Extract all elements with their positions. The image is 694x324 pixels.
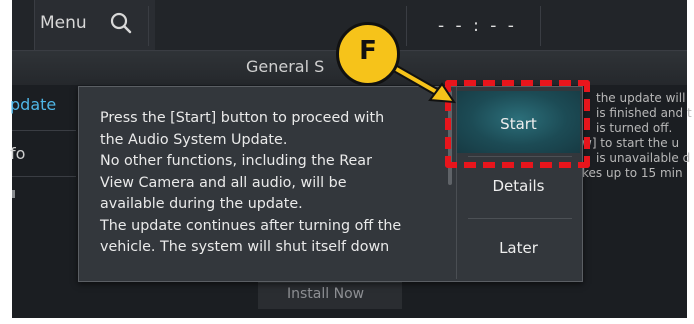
sidebar-divider — [12, 176, 76, 177]
details-button-label: Details — [492, 177, 545, 195]
sidebar-marker — [12, 190, 15, 198]
page-title: General S — [246, 57, 325, 76]
dialog-message: Press the [Start] button to proceed with… — [100, 110, 402, 255]
background-text: is turned off. — [596, 121, 673, 135]
topbar-divider — [540, 6, 541, 46]
callout-label: F — [359, 36, 377, 66]
background-text: is finished and t — [596, 106, 692, 120]
background-text: kes up to 15 min — [582, 166, 683, 180]
background-text: w] to start the u — [582, 136, 680, 150]
highlight-box — [445, 80, 590, 168]
clock: - - : - - — [438, 16, 517, 36]
later-button-label: Later — [499, 239, 538, 257]
sidebar-divider — [12, 130, 76, 131]
install-now-label: Install Now — [287, 286, 365, 302]
topbar-divider — [406, 6, 407, 46]
sidebar-item-info[interactable]: fo — [10, 144, 25, 163]
sidebar-item-update[interactable]: pdate — [10, 95, 56, 114]
menu-label: Menu — [40, 13, 87, 33]
topbar-divider — [148, 6, 149, 46]
search-icon[interactable] — [108, 10, 134, 36]
background-text: is unavailable d — [596, 151, 691, 165]
background-text: the update will — [596, 91, 686, 105]
